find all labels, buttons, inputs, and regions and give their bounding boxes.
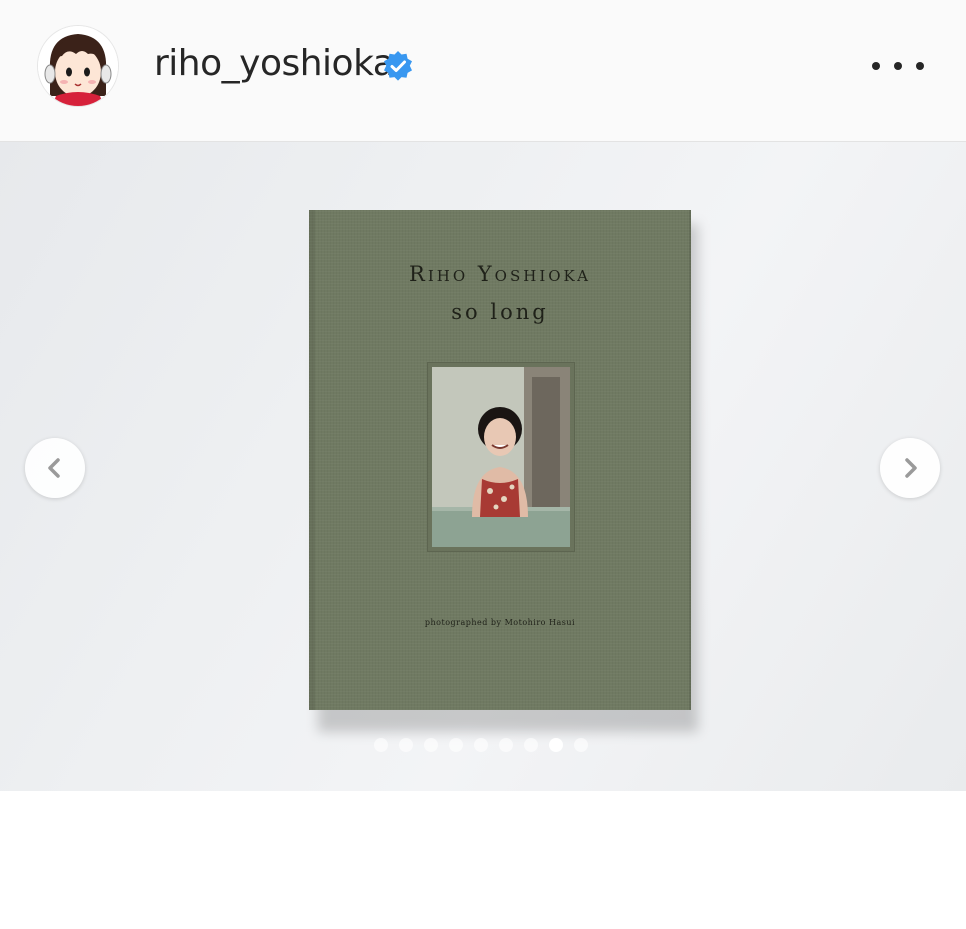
carousel-dot[interactable] [424, 738, 438, 752]
carousel-dot[interactable] [474, 738, 488, 752]
chevron-right-icon [905, 458, 917, 478]
post-username[interactable]: riho_yoshioka [154, 44, 395, 84]
verified-badge-icon [384, 51, 412, 81]
post-media[interactable]: Riho Yoshioka so long photographed by Mo… [0, 142, 966, 791]
book-credit: photographed by Motohiro Hasui [424, 618, 576, 627]
book-cover-photo-frame [427, 362, 575, 552]
carousel-dot[interactable] [499, 738, 513, 752]
book-subtitle: so long [451, 300, 549, 324]
carousel-dot[interactable] [574, 738, 588, 752]
book-cover-photo [432, 367, 570, 547]
cartoon-girl-avatar-icon [38, 26, 118, 106]
carousel-dot[interactable] [449, 738, 463, 752]
next-slide-button[interactable] [880, 438, 940, 498]
book-title: Riho Yoshioka [409, 262, 591, 286]
smiling-woman-photo [432, 367, 570, 547]
previous-slide-button[interactable] [25, 438, 85, 498]
carousel-dot[interactable] [374, 738, 388, 752]
post-header: riho_yoshioka [0, 0, 966, 142]
carousel-dot[interactable] [399, 738, 413, 752]
more-options-button[interactable] [872, 50, 924, 82]
carousel-dot[interactable] [524, 738, 538, 752]
more-options-icon-dot [894, 62, 902, 70]
profile-avatar[interactable] [38, 26, 118, 106]
photo-book: Riho Yoshioka so long photographed by Mo… [309, 210, 691, 710]
chevron-left-icon [48, 458, 60, 478]
carousel-indicator [374, 738, 588, 754]
more-options-icon-dot [916, 62, 924, 70]
more-options-icon-dot [872, 62, 880, 70]
carousel-dot-active[interactable] [549, 738, 563, 752]
